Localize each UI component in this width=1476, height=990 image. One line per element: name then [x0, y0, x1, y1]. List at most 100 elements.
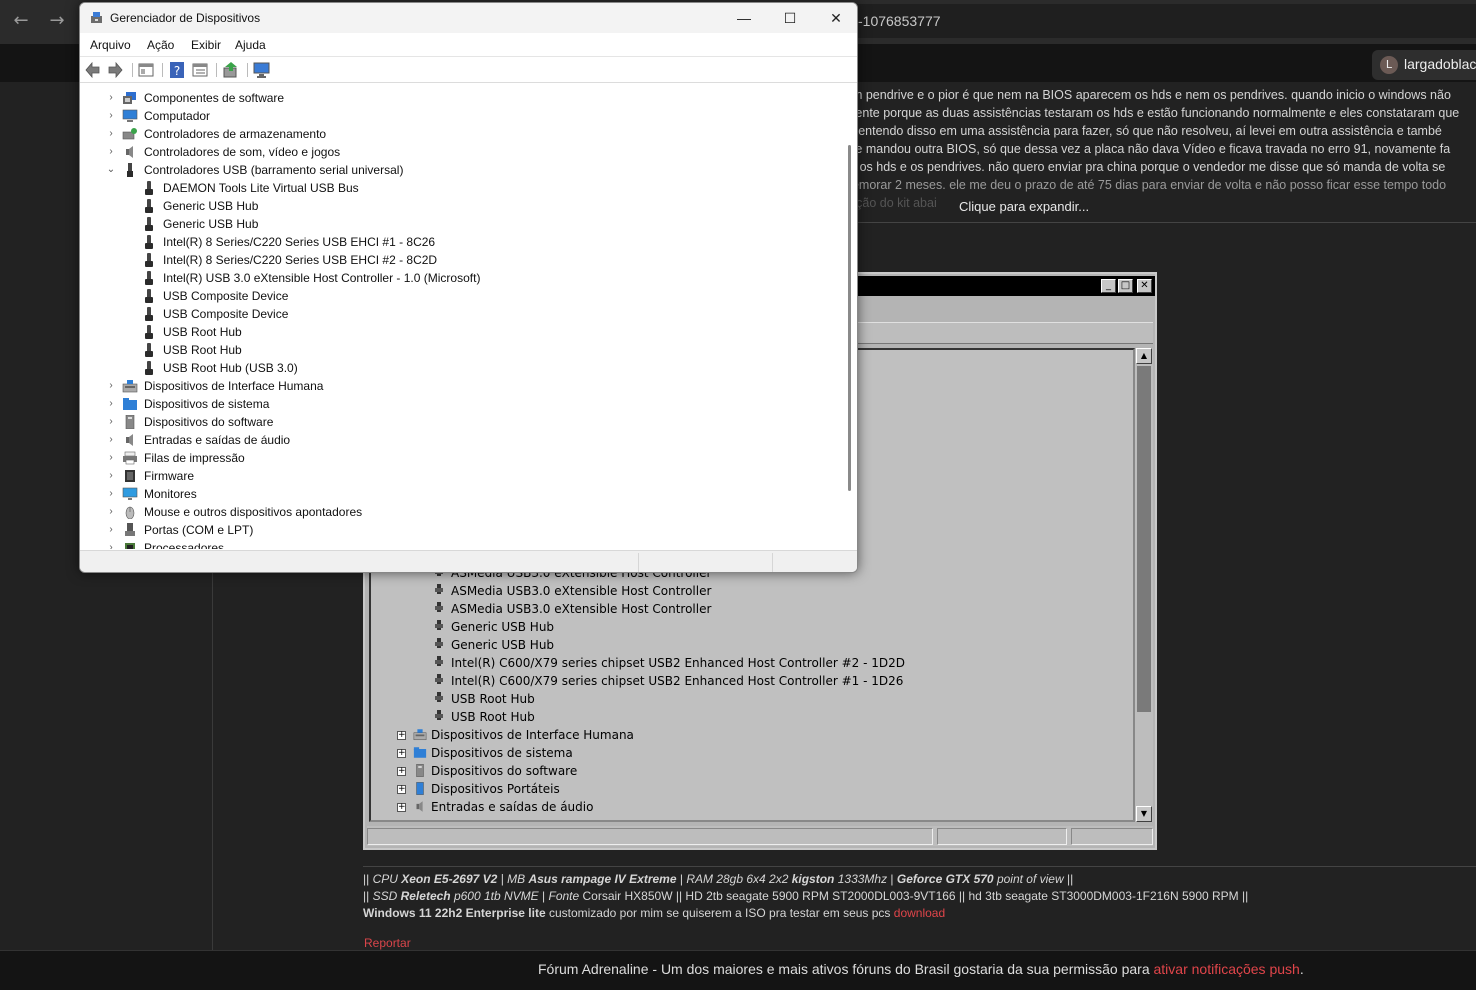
tree-category[interactable]: › Portas (COM e LPT) [82, 521, 842, 539]
expand-plus-icon: + [397, 748, 406, 758]
chevron-right-icon[interactable]: › [106, 503, 116, 521]
chevron-right-icon[interactable]: › [106, 377, 116, 395]
toolbar-separator [247, 63, 248, 77]
speaker-icon [126, 434, 133, 446]
embedded-tree-label: Dispositivos do software [431, 764, 578, 778]
menu-ajuda[interactable]: Ajuda [235, 38, 266, 52]
chevron-right-icon[interactable]: › [106, 107, 116, 125]
title-bar[interactable]: Gerenciador de Dispositivos — ☐ ✕ [80, 3, 857, 33]
tree-category[interactable]: › Monitores [82, 485, 842, 503]
tree-label: Dispositivos de sistema [144, 397, 270, 411]
embedded-tree-device: Generic USB Hub [371, 618, 1131, 636]
scan-hardware-icon[interactable] [253, 61, 271, 79]
tree-category[interactable]: › Dispositivos do software [82, 413, 842, 431]
tree-device[interactable]: Intel(R) 8 Series/C220 Series USB EHCI #… [82, 251, 842, 269]
tree-device[interactable]: USB Root Hub (USB 3.0) [82, 359, 842, 377]
status-cell [1071, 828, 1153, 845]
usb-icon [144, 181, 154, 196]
tree-category[interactable]: › Dispositivos de sistema [82, 395, 842, 413]
tree-label: USB Root Hub (USB 3.0) [163, 361, 298, 375]
arrow-right-icon[interactable]: → [46, 10, 68, 32]
download-link[interactable]: download [894, 906, 945, 920]
menu-exibir[interactable]: Exibir [191, 38, 221, 52]
software-device-icon [416, 764, 424, 777]
minimize-icon: _ [1101, 279, 1116, 293]
signature-text: | [538, 889, 549, 903]
menu-acao[interactable]: Ação [147, 38, 174, 52]
tree-category[interactable]: › Componentes de software [82, 89, 842, 107]
tree-device[interactable]: Generic USB Hub [82, 215, 842, 233]
post-text-line: ração do kit abai [845, 196, 937, 210]
expand-link[interactable]: Clique para expandir... [959, 199, 1089, 214]
embedded-status-bar [367, 826, 1153, 846]
tree-category[interactable]: › Entradas e saídas de áudio [82, 431, 842, 449]
signature-text: 1333Mhz [834, 872, 888, 886]
signature-line-2: || SSD Reletech p600 1tb NVME | Fonte Co… [363, 889, 1248, 903]
tree-device[interactable]: USB Composite Device [82, 305, 842, 323]
chevron-right-icon[interactable]: › [106, 485, 116, 503]
tree-category[interactable]: › Filas de impressão [82, 449, 842, 467]
tree-label: Intel(R) USB 3.0 eXtensible Host Control… [163, 271, 481, 285]
chevron-right-icon[interactable]: › [106, 521, 116, 539]
chevron-right-icon[interactable]: › [106, 431, 116, 449]
tree-category[interactable]: › Firmware [82, 467, 842, 485]
toolbar-separator [162, 63, 163, 77]
tree-category[interactable]: › Mouse e outros dispositivos apontadores [82, 503, 842, 521]
close-button[interactable]: ✕ [813, 3, 857, 33]
maximize-button[interactable]: ☐ [767, 3, 813, 33]
back-icon[interactable] [84, 61, 102, 79]
chevron-right-icon[interactable]: › [106, 467, 116, 485]
menu-arquivo[interactable]: Arquivo [90, 38, 131, 52]
embedded-tree-label: Generic USB Hub [451, 638, 555, 652]
tree-label: Controladores USB (barramento serial uni… [144, 163, 404, 177]
tree-device[interactable]: USB Root Hub [82, 341, 842, 359]
signature-text: Corsair HX850W || HD 2tb seagate 5900 RP… [579, 889, 1249, 903]
chevron-right-icon[interactable]: › [106, 413, 116, 431]
tree-category[interactable]: › Computador [82, 107, 842, 125]
tree-device[interactable]: DAEMON Tools Lite Virtual USB Bus [82, 179, 842, 197]
chevron-right-icon[interactable]: › [106, 89, 116, 107]
status-cell [367, 828, 933, 845]
tree-label: Filas de impressão [144, 451, 245, 465]
chevron-right-icon[interactable]: › [106, 449, 116, 467]
tree-label: USB Root Hub [163, 325, 242, 339]
tree-category[interactable]: › Controladores de armazenamento [82, 125, 842, 143]
tree-device[interactable]: USB Composite Device [82, 287, 842, 305]
embedded-tree-category: + Dispositivos Portáteis [371, 780, 1131, 798]
tree-category[interactable]: › Processadores [82, 539, 842, 549]
update-driver-icon[interactable] [222, 61, 240, 79]
embedded-tree-label: Dispositivos de sistema [431, 746, 573, 760]
chevron-right-icon[interactable]: › [106, 539, 116, 549]
post-text-line: demorar 2 meses. ele me deu o prazo de a… [845, 178, 1447, 192]
post-text-line: io entendo disso em uma assistência para… [845, 124, 1442, 138]
software-component-icon [123, 92, 136, 104]
minimize-button[interactable]: — [721, 3, 767, 33]
tree-device[interactable]: Generic USB Hub [82, 197, 842, 215]
tree-label: DAEMON Tools Lite Virtual USB Bus [163, 181, 359, 195]
properties-icon[interactable] [137, 61, 155, 79]
tree-label: Computador [144, 109, 211, 123]
tree-category[interactable]: ⌄ Controladores USB (barramento serial un… [82, 161, 842, 179]
chevron-right-icon[interactable]: › [106, 125, 116, 143]
tree-device[interactable]: USB Root Hub [82, 323, 842, 341]
usb-icon [435, 674, 443, 688]
forward-icon[interactable] [106, 61, 124, 79]
chevron-right-icon[interactable]: › [106, 395, 116, 413]
close-icon: ✕ [1137, 279, 1152, 293]
view-icon[interactable] [191, 61, 209, 79]
tree-label: Controladores de som, vídeo e jogos [144, 145, 341, 159]
chevron-down-icon[interactable]: ⌄ [106, 161, 116, 179]
help-icon[interactable]: ? [168, 61, 186, 79]
usb-icon [144, 199, 154, 214]
arrow-left-icon[interactable]: ← [10, 10, 32, 32]
tree-device[interactable]: Intel(R) USB 3.0 eXtensible Host Control… [82, 269, 842, 287]
signature-text: CPU [372, 872, 402, 886]
tree-category[interactable]: › Controladores de som, vídeo e jogos [82, 143, 842, 161]
signature-text: Reletech [400, 889, 451, 903]
enable-push-link[interactable]: ativar notificações push [1154, 961, 1300, 977]
scroll-thumb[interactable] [848, 145, 851, 491]
report-link[interactable]: Reportar [364, 936, 411, 950]
chevron-right-icon[interactable]: › [106, 143, 116, 161]
tree-device[interactable]: Intel(R) 8 Series/C220 Series USB EHCI #… [82, 233, 842, 251]
tree-category[interactable]: › Dispositivos de Interface Humana [82, 377, 842, 395]
